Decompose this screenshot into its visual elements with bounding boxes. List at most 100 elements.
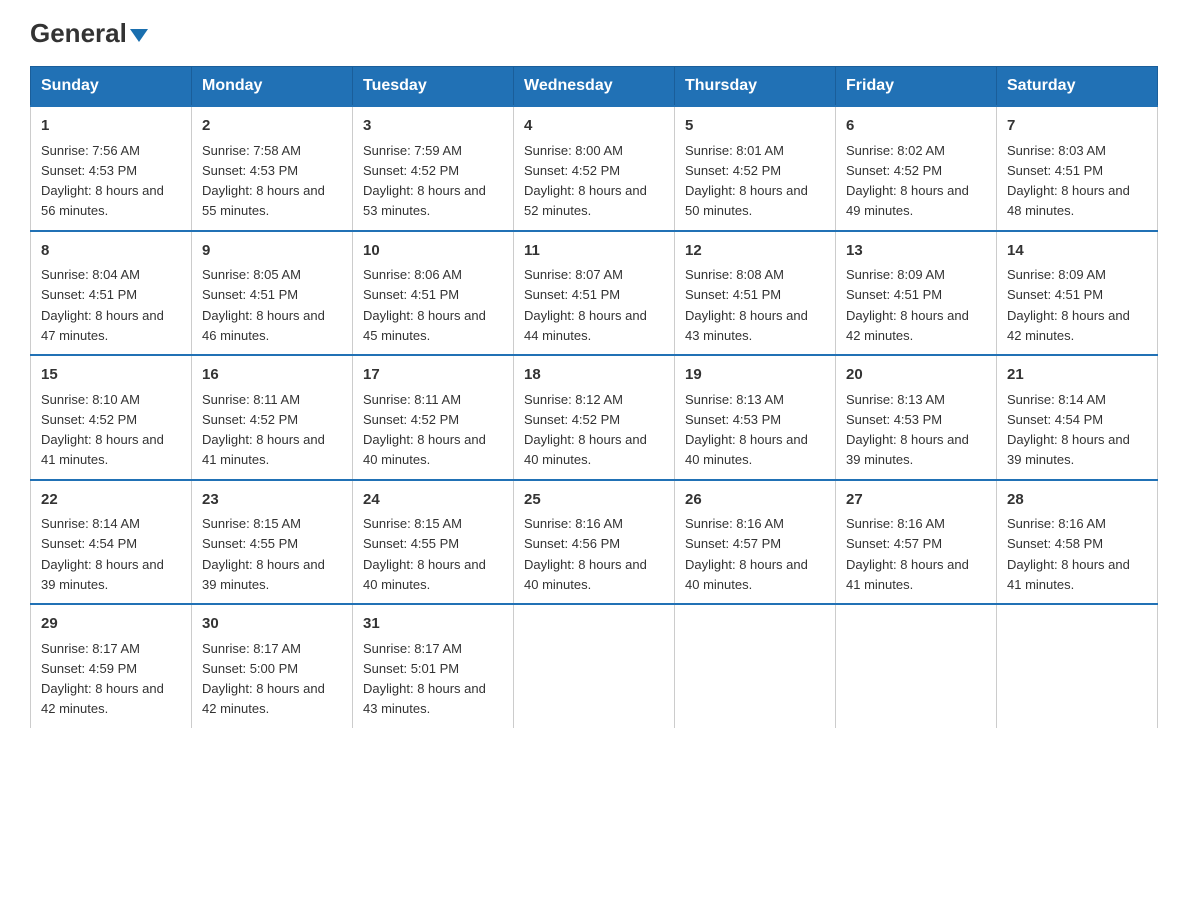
calendar-day-cell: 16 Sunrise: 8:11 AM Sunset: 4:52 PM Dayl…: [192, 355, 353, 480]
sunset-info: Sunset: 4:53 PM: [685, 412, 781, 427]
day-number: 30: [202, 613, 342, 636]
sunrise-info: Sunrise: 7:56 AM: [41, 143, 140, 158]
calendar-day-cell: 10 Sunrise: 8:06 AM Sunset: 4:51 PM Dayl…: [353, 231, 514, 356]
sunset-info: Sunset: 4:51 PM: [685, 287, 781, 302]
sunrise-info: Sunrise: 8:17 AM: [202, 641, 301, 656]
day-of-week-header: Saturday: [997, 67, 1158, 107]
sunrise-info: Sunrise: 8:17 AM: [41, 641, 140, 656]
day-number: 13: [846, 240, 986, 263]
calendar-day-cell: 2 Sunrise: 7:58 AM Sunset: 4:53 PM Dayli…: [192, 106, 353, 231]
sunset-info: Sunset: 4:52 PM: [41, 412, 137, 427]
daylight-info: Daylight: 8 hours and 55 minutes.: [202, 183, 325, 218]
calendar-day-cell: 15 Sunrise: 8:10 AM Sunset: 4:52 PM Dayl…: [31, 355, 192, 480]
calendar-day-cell: 22 Sunrise: 8:14 AM Sunset: 4:54 PM Dayl…: [31, 480, 192, 605]
day-of-week-header: Wednesday: [514, 67, 675, 107]
sunset-info: Sunset: 4:51 PM: [1007, 163, 1103, 178]
day-number: 27: [846, 489, 986, 512]
calendar-day-cell: 18 Sunrise: 8:12 AM Sunset: 4:52 PM Dayl…: [514, 355, 675, 480]
daylight-info: Daylight: 8 hours and 45 minutes.: [363, 308, 486, 343]
sunset-info: Sunset: 4:57 PM: [846, 536, 942, 551]
day-number: 2: [202, 115, 342, 138]
sunset-info: Sunset: 4:52 PM: [363, 412, 459, 427]
sunrise-info: Sunrise: 8:17 AM: [363, 641, 462, 656]
day-of-week-header: Sunday: [31, 67, 192, 107]
day-number: 3: [363, 115, 503, 138]
daylight-info: Daylight: 8 hours and 49 minutes.: [846, 183, 969, 218]
daylight-info: Daylight: 8 hours and 42 minutes.: [41, 681, 164, 716]
daylight-info: Daylight: 8 hours and 40 minutes.: [524, 432, 647, 467]
calendar-day-cell: 30 Sunrise: 8:17 AM Sunset: 5:00 PM Dayl…: [192, 604, 353, 728]
day-number: 8: [41, 240, 181, 263]
sunset-info: Sunset: 5:01 PM: [363, 661, 459, 676]
day-number: 25: [524, 489, 664, 512]
day-number: 12: [685, 240, 825, 263]
daylight-info: Daylight: 8 hours and 40 minutes.: [685, 557, 808, 592]
daylight-info: Daylight: 8 hours and 43 minutes.: [363, 681, 486, 716]
daylight-info: Daylight: 8 hours and 42 minutes.: [846, 308, 969, 343]
daylight-info: Daylight: 8 hours and 47 minutes.: [41, 308, 164, 343]
sunrise-info: Sunrise: 8:15 AM: [363, 516, 462, 531]
calendar-day-cell: 23 Sunrise: 8:15 AM Sunset: 4:55 PM Dayl…: [192, 480, 353, 605]
sunrise-info: Sunrise: 8:07 AM: [524, 267, 623, 282]
calendar-day-cell: [836, 604, 997, 728]
sunrise-info: Sunrise: 8:11 AM: [202, 392, 300, 407]
sunrise-info: Sunrise: 8:16 AM: [846, 516, 945, 531]
sunrise-info: Sunrise: 8:03 AM: [1007, 143, 1106, 158]
sunrise-info: Sunrise: 8:14 AM: [41, 516, 140, 531]
calendar-day-cell: 29 Sunrise: 8:17 AM Sunset: 4:59 PM Dayl…: [31, 604, 192, 728]
day-number: 1: [41, 115, 181, 138]
sunrise-info: Sunrise: 8:12 AM: [524, 392, 623, 407]
calendar-day-cell: 26 Sunrise: 8:16 AM Sunset: 4:57 PM Dayl…: [675, 480, 836, 605]
daylight-info: Daylight: 8 hours and 41 minutes.: [846, 557, 969, 592]
calendar-day-cell: 14 Sunrise: 8:09 AM Sunset: 4:51 PM Dayl…: [997, 231, 1158, 356]
sunset-info: Sunset: 4:52 PM: [685, 163, 781, 178]
sunrise-info: Sunrise: 8:16 AM: [524, 516, 623, 531]
daylight-info: Daylight: 8 hours and 40 minutes.: [363, 557, 486, 592]
calendar-day-cell: 13 Sunrise: 8:09 AM Sunset: 4:51 PM Dayl…: [836, 231, 997, 356]
sunset-info: Sunset: 4:57 PM: [685, 536, 781, 551]
day-number: 20: [846, 364, 986, 387]
calendar-day-cell: 3 Sunrise: 7:59 AM Sunset: 4:52 PM Dayli…: [353, 106, 514, 231]
daylight-info: Daylight: 8 hours and 44 minutes.: [524, 308, 647, 343]
sunset-info: Sunset: 4:52 PM: [524, 163, 620, 178]
daylight-info: Daylight: 8 hours and 39 minutes.: [202, 557, 325, 592]
calendar-day-cell: 20 Sunrise: 8:13 AM Sunset: 4:53 PM Dayl…: [836, 355, 997, 480]
daylight-info: Daylight: 8 hours and 42 minutes.: [1007, 308, 1130, 343]
calendar-day-cell: 8 Sunrise: 8:04 AM Sunset: 4:51 PM Dayli…: [31, 231, 192, 356]
sunrise-info: Sunrise: 8:02 AM: [846, 143, 945, 158]
day-number: 7: [1007, 115, 1147, 138]
calendar-day-cell: 11 Sunrise: 8:07 AM Sunset: 4:51 PM Dayl…: [514, 231, 675, 356]
sunrise-info: Sunrise: 8:00 AM: [524, 143, 623, 158]
logo-text-line1: General: [30, 20, 148, 46]
daylight-info: Daylight: 8 hours and 41 minutes.: [202, 432, 325, 467]
logo: General: [30, 20, 148, 46]
calendar-day-cell: 19 Sunrise: 8:13 AM Sunset: 4:53 PM Dayl…: [675, 355, 836, 480]
page-header: General: [30, 20, 1158, 46]
calendar-week-row: 8 Sunrise: 8:04 AM Sunset: 4:51 PM Dayli…: [31, 231, 1158, 356]
daylight-info: Daylight: 8 hours and 42 minutes.: [202, 681, 325, 716]
calendar-header-row: SundayMondayTuesdayWednesdayThursdayFrid…: [31, 67, 1158, 107]
sunrise-info: Sunrise: 8:05 AM: [202, 267, 301, 282]
sunrise-info: Sunrise: 7:59 AM: [363, 143, 462, 158]
calendar-week-row: 1 Sunrise: 7:56 AM Sunset: 4:53 PM Dayli…: [31, 106, 1158, 231]
daylight-info: Daylight: 8 hours and 48 minutes.: [1007, 183, 1130, 218]
day-of-week-header: Thursday: [675, 67, 836, 107]
sunrise-info: Sunrise: 8:16 AM: [1007, 516, 1106, 531]
daylight-info: Daylight: 8 hours and 52 minutes.: [524, 183, 647, 218]
calendar-week-row: 22 Sunrise: 8:14 AM Sunset: 4:54 PM Dayl…: [31, 480, 1158, 605]
day-number: 26: [685, 489, 825, 512]
calendar-day-cell: 17 Sunrise: 8:11 AM Sunset: 4:52 PM Dayl…: [353, 355, 514, 480]
day-of-week-header: Tuesday: [353, 67, 514, 107]
calendar-day-cell: 31 Sunrise: 8:17 AM Sunset: 5:01 PM Dayl…: [353, 604, 514, 728]
calendar-table: SundayMondayTuesdayWednesdayThursdayFrid…: [30, 66, 1158, 728]
sunset-info: Sunset: 4:51 PM: [363, 287, 459, 302]
sunrise-info: Sunrise: 8:15 AM: [202, 516, 301, 531]
calendar-day-cell: 24 Sunrise: 8:15 AM Sunset: 4:55 PM Dayl…: [353, 480, 514, 605]
sunset-info: Sunset: 4:51 PM: [202, 287, 298, 302]
sunset-info: Sunset: 4:51 PM: [846, 287, 942, 302]
daylight-info: Daylight: 8 hours and 40 minutes.: [363, 432, 486, 467]
calendar-day-cell: [675, 604, 836, 728]
sunset-info: Sunset: 4:53 PM: [846, 412, 942, 427]
daylight-info: Daylight: 8 hours and 53 minutes.: [363, 183, 486, 218]
sunset-info: Sunset: 4:54 PM: [1007, 412, 1103, 427]
